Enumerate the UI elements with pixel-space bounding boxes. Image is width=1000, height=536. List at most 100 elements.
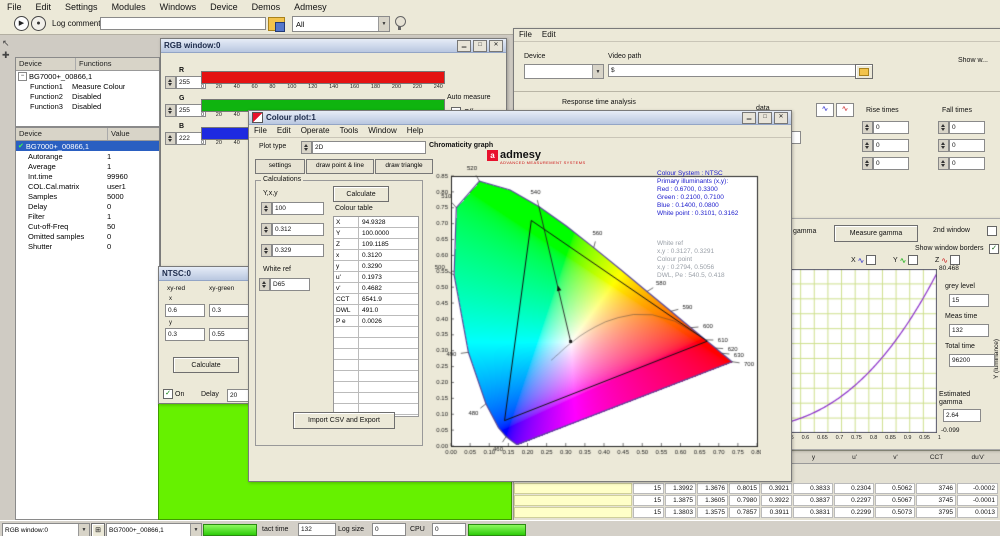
maximize-icon[interactable]: □ [473,39,487,52]
spinner-arrows-icon[interactable] [165,104,176,117]
checkbox-checked[interactable]: ✓ [163,389,173,399]
device-value-row[interactable]: Average 1 [16,161,159,171]
device-value-row[interactable]: Int.time 99960 [16,171,159,181]
fall-time-field[interactable]: 0 [938,157,985,170]
measure-gamma-button[interactable]: Measure gamma [834,225,918,242]
device-value-row[interactable]: Samples 5000 [16,191,159,201]
second-window-checkbox[interactable] [987,226,997,236]
chevron-down-icon[interactable]: ▼ [78,524,89,536]
minimize-icon[interactable]: ▁ [742,111,756,124]
vw-menu-item-file[interactable]: File [514,29,537,41]
spinner-arrows-icon[interactable] [938,121,949,134]
colour-plot-titlebar[interactable]: Colour plot:1 ▁ □ ✕ [249,111,791,125]
ntsc-green-x[interactable]: 0.3 [209,304,249,317]
cp-menu-item-operate[interactable]: Operate [296,125,335,137]
menu-item-file[interactable]: File [0,1,29,13]
cp-yxy-input-2[interactable]: 0.329 [261,244,324,257]
plot-type-dropdown[interactable]: 2D [301,141,426,154]
calculate-button[interactable]: Calculate [333,186,389,202]
cp-menu-item-help[interactable]: Help [402,125,428,137]
spinner-arrows-icon[interactable] [938,157,949,170]
chevron-down-icon[interactable]: ▼ [190,524,201,536]
spinner-arrows-icon[interactable] [862,157,873,170]
spinner-arrows-icon[interactable] [862,121,873,134]
checkbox[interactable] [866,255,877,265]
statusbar-window-select[interactable]: RGB window:0 ▼ [2,523,90,536]
cp-menu-item-edit[interactable]: Edit [272,125,296,137]
device-value-row[interactable]: Omitted samples 0 [16,231,159,241]
spinner-arrows-icon[interactable] [261,202,272,215]
cp-menu-item-window[interactable]: Window [363,125,401,137]
device-dropdown[interactable]: ▼ [524,64,604,79]
spinner-arrows-icon[interactable] [938,139,949,152]
device-value-row[interactable]: Cut-off-Freq 50 [16,221,159,231]
minimize-icon[interactable]: ▁ [457,39,471,52]
rise-time-value[interactable]: 0 [873,157,909,170]
ntsc-red-y[interactable]: 0.3 [165,328,205,341]
close-icon[interactable]: ✕ [489,39,503,52]
device-value-row[interactable]: Shutter 0 [16,241,159,251]
spinner-arrows-icon[interactable] [862,139,873,152]
device-value-row[interactable]: Autorange 1 [16,151,159,161]
log-comment-input[interactable] [100,17,266,30]
cp-yxy-value[interactable]: 0.312 [272,223,324,236]
browse-button[interactable] [855,64,873,79]
spinner-arrows-icon[interactable] [259,278,270,291]
fall-time-value[interactable]: 0 [949,139,985,152]
stop-button[interactable]: ● [31,16,46,31]
cp-tab-0[interactable]: settings [255,159,305,174]
fall-time-value[interactable]: 0 [949,121,985,134]
show-borders-checkbox[interactable]: ✓ [989,244,999,254]
rgb-channel-field-g[interactable]: 255 [165,104,206,117]
rise-time-value[interactable]: 0 [873,139,909,152]
white-ref-dropdown[interactable]: D65 [259,278,310,291]
menu-item-settings[interactable]: Settings [58,1,105,13]
fall-time-field[interactable]: 0 [938,139,985,152]
spinner-arrows-icon[interactable] [165,132,176,145]
rise-time-field[interactable]: 0 [862,139,909,152]
tree-expand-icon[interactable]: − [18,71,27,81]
rgb-window-titlebar[interactable]: RGB window:0 ▁ □ ✕ [161,39,506,53]
menu-item-admesy[interactable]: Admesy [287,1,334,13]
menu-item-device[interactable]: Device [203,1,245,13]
statusbar-device-select[interactable]: BG7000+_00866,1 ▼ [106,523,202,536]
tree-row[interactable]: Function1 Measure Colour [16,81,159,91]
rise-time-value[interactable]: 0 [873,121,909,134]
fall-time-value[interactable]: 0 [949,157,985,170]
chevron-down-icon[interactable]: ▼ [592,65,603,78]
cp-yxy-input-1[interactable]: 0.312 [261,223,324,236]
cp-yxy-input-0[interactable]: 100 [261,202,324,215]
cp-tab-1[interactable]: draw point & line [306,159,374,174]
tree-root-row[interactable]: − BG7000+_00866,1 [16,71,159,81]
video-path-field[interactable]: $ [608,64,856,77]
filter-dropdown[interactable]: All ▼ [292,16,390,32]
ntsc-calculate-button[interactable]: Calculate [173,357,239,373]
run-button[interactable]: ▶ [14,16,29,31]
rgb-channel-bar-r[interactable] [201,71,445,84]
spinner-arrows-icon[interactable] [261,244,272,257]
tree-row[interactable]: Function3 Disabled [16,101,159,111]
ntsc-green-y[interactable]: 0.55 [209,328,249,341]
statusbar-grid-button[interactable]: ⊞ [91,523,105,536]
pan-arrow-icon[interactable]: ↖ [2,38,10,49]
pin-icon[interactable]: ✚ [2,50,10,61]
spinner-arrows-icon[interactable] [261,223,272,236]
maximize-icon[interactable]: □ [758,111,772,124]
rgb-channel-field-r[interactable]: 255 [165,76,206,89]
chevron-down-icon[interactable]: ▼ [378,17,389,31]
device-selected-row[interactable]: ✔ BG7000+_00866,1 [16,141,159,151]
device-value-row[interactable]: Delay 0 [16,201,159,211]
menu-item-modules[interactable]: Modules [105,1,153,13]
menu-item-windows[interactable]: Windows [153,1,204,13]
ntsc-red-x[interactable]: 0.6 [165,304,205,317]
checkbox[interactable] [949,255,960,265]
cp-menu-item-tools[interactable]: Tools [335,125,364,137]
spinner-arrows-icon[interactable] [165,76,176,89]
tree-row[interactable]: Function2 Disabled [16,91,159,101]
import-export-button[interactable]: Import CSV and Export [293,412,395,429]
device-value-row[interactable]: Filter 1 [16,211,159,221]
close-icon[interactable]: ✕ [774,111,788,124]
vw-menu-item-edit[interactable]: Edit [537,29,561,41]
cp-yxy-value[interactable]: 100 [272,202,324,215]
grey-level-value[interactable]: 15 [949,294,989,307]
